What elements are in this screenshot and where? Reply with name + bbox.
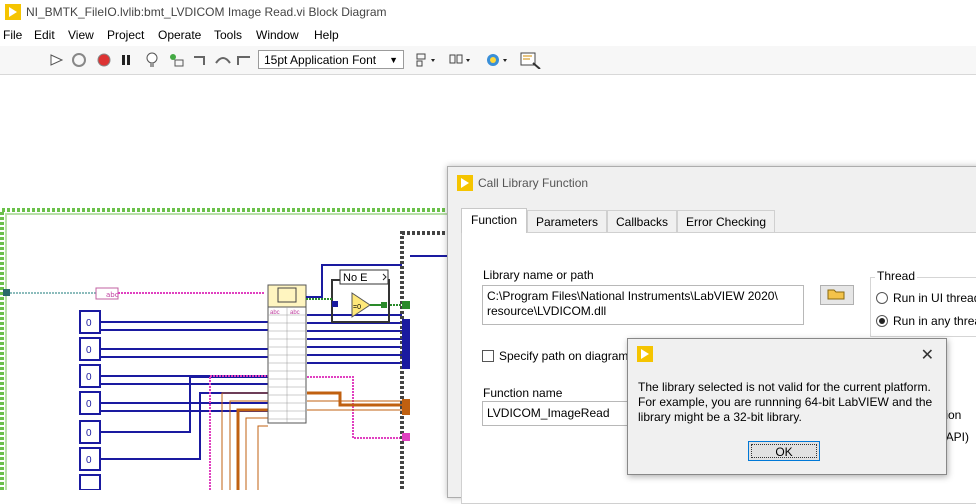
menu-project[interactable]: Project [107, 28, 144, 42]
menu-window[interactable]: Window [256, 28, 299, 42]
chevron-down-icon: ▼ [389, 55, 398, 65]
error-message-line1: The library selected is not valid for th… [638, 380, 931, 394]
ok-button[interactable]: OK [748, 441, 820, 461]
svg-text:0: 0 [86, 399, 92, 410]
library-path-line1: C:\Program Files\National Instruments\La… [487, 289, 778, 303]
menu-tools[interactable]: Tools [214, 28, 242, 42]
font-selector-label: 15pt Application Font [264, 53, 377, 67]
title-bar: NI_BMTK_FileIO.lvlib:bmt_LVDICOM Image R… [0, 0, 976, 24]
distribute-objects-icon[interactable] [448, 51, 474, 69]
dialog-title: Call Library Function [478, 176, 589, 190]
menu-file[interactable]: File [3, 28, 22, 42]
run-ui-thread-label: Run in UI thread [893, 291, 976, 305]
thread-group: Thread Run in UI thread Run in any threa… [870, 269, 976, 337]
browse-button[interactable] [820, 285, 854, 305]
library-name-label: Library name or path [483, 268, 594, 282]
retain-wire-values-icon[interactable] [167, 51, 185, 69]
error-message: The library selected is not valid for th… [638, 380, 938, 425]
tab-parameters[interactable]: Parameters [527, 210, 607, 232]
svg-text:0: 0 [86, 372, 92, 383]
run-continuously-icon[interactable] [70, 51, 88, 69]
toolbar: 15pt Application Font ▼ [0, 46, 976, 75]
tab-function[interactable]: Function [461, 208, 527, 233]
call-library-node: abc abc [267, 284, 307, 424]
labview-icon [457, 175, 473, 191]
invalid-library-error-dialog: ✕ The library selected is not valid for … [627, 338, 947, 475]
menu-help[interactable]: Help [314, 28, 339, 42]
close-icon[interactable]: ✕ [921, 345, 934, 365]
window-title: NI_BMTK_FileIO.lvlib:bmt_LVDICOM Image R… [26, 5, 387, 19]
svg-text:0: 0 [86, 428, 92, 439]
labview-icon [5, 4, 21, 20]
abort-icon[interactable] [95, 51, 113, 69]
library-path-line2: resource\LVDICOM.dll [487, 304, 607, 318]
step-into-icon[interactable] [192, 51, 210, 69]
numeric-constants-column: 0 0 0 0 0 0 [79, 310, 101, 490]
run-ui-thread-radio[interactable] [876, 292, 888, 304]
svg-text:0: 0 [86, 318, 92, 329]
library-path-field[interactable]: C:\Program Files\National Instruments\La… [482, 285, 804, 325]
svg-text:0: 0 [86, 345, 92, 356]
error-message-line2: For example, you are runnning 64-bit Lab… [638, 395, 933, 409]
font-selector[interactable]: 15pt Application Font ▼ [258, 50, 404, 69]
align-objects-icon[interactable] [414, 51, 440, 69]
specify-path-checkbox[interactable] [482, 350, 494, 362]
specify-path-label: Specify path on diagram [499, 349, 629, 363]
run-arrow-icon[interactable] [48, 51, 66, 69]
labview-icon [637, 346, 653, 362]
menu-view[interactable]: View [68, 28, 94, 42]
tab-error-checking[interactable]: Error Checking [677, 210, 775, 232]
run-any-thread-label: Run in any thread [893, 314, 976, 328]
run-any-thread-radio[interactable] [876, 315, 888, 327]
pause-icon[interactable] [117, 51, 135, 69]
step-out-icon[interactable] [236, 51, 254, 69]
step-over-icon[interactable] [214, 51, 232, 69]
svg-text:abc: abc [290, 310, 300, 316]
cleanup-diagram-icon[interactable] [520, 51, 542, 69]
function-name-field[interactable]: LVDICOM_ImageRead [482, 401, 632, 426]
folder-icon [827, 289, 845, 300]
highlight-bulb-icon[interactable] [143, 51, 161, 69]
svg-text:=0: =0 [353, 304, 361, 311]
case-selector-label: No E [343, 272, 367, 284]
reorder-icon[interactable] [485, 51, 511, 69]
svg-text:abc: abc [106, 291, 119, 299]
tab-callbacks[interactable]: Callbacks [607, 210, 677, 232]
svg-text:abc: abc [270, 310, 280, 316]
svg-text:0: 0 [86, 455, 92, 466]
error-message-line3: library might be a 32-bit library. [638, 410, 802, 424]
menu-bar: File Edit View Project Operate Tools Win… [0, 25, 976, 45]
menu-edit[interactable]: Edit [34, 28, 55, 42]
function-name-label: Function name [483, 386, 563, 400]
thread-label: Thread [875, 269, 918, 283]
menu-operate[interactable]: Operate [158, 28, 201, 42]
input-terminal [3, 289, 10, 296]
